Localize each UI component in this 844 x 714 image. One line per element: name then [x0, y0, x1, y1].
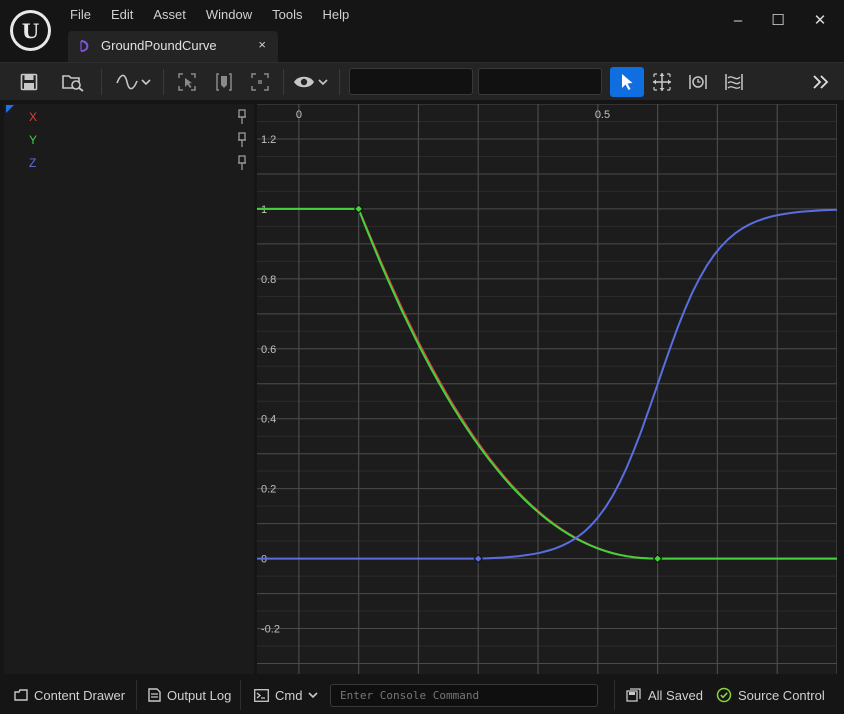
save-icon	[20, 73, 38, 91]
menu-edit[interactable]: Edit	[101, 4, 143, 26]
minimize-button[interactable]: –	[726, 8, 750, 32]
toolbar-overflow-button[interactable]	[806, 67, 836, 97]
source-control-button[interactable]: Source Control	[716, 682, 825, 708]
transform-tool-button[interactable]	[648, 67, 676, 97]
curves-stack-icon	[725, 74, 743, 90]
x-tick-label: 0	[296, 109, 302, 121]
menu-tools[interactable]: Tools	[262, 4, 312, 26]
close-window-button[interactable]: ✕	[808, 8, 832, 32]
frame-selection-button[interactable]	[173, 67, 201, 97]
y-tick-label: -0.2	[261, 624, 280, 636]
curve-name: X	[29, 110, 38, 124]
curve-name: Y	[29, 133, 38, 147]
retime-icon	[689, 75, 707, 89]
chevron-down-icon	[308, 692, 319, 699]
curve-graph-canvas[interactable]: 0 0.5 1.2 1 0.8 0.6 0.4 0.2 0 -0.2	[257, 104, 837, 674]
pin-icon[interactable]	[237, 155, 247, 171]
menu-file[interactable]: File	[60, 4, 101, 26]
unreal-logo-icon: U	[13, 13, 48, 48]
curve-name: Z	[29, 156, 37, 170]
y-tick-label: 0.4	[261, 414, 276, 426]
frame-vertical-button[interactable]	[210, 67, 238, 97]
toolbar-separator	[163, 69, 164, 95]
y-tick-label: 1	[261, 204, 267, 216]
content-drawer-icon	[14, 689, 28, 701]
curve-wave-icon	[115, 74, 138, 90]
toolbar-separator	[339, 69, 340, 95]
curve-tree-panel: XYZ	[4, 104, 254, 674]
cursor-arrow-icon	[622, 74, 633, 90]
frame-all-icon	[251, 73, 269, 91]
curve-view-mode-dropdown[interactable]	[112, 67, 154, 97]
browse-folder-icon	[62, 75, 84, 92]
y-tick-label: 1.2	[261, 134, 276, 146]
y-tick-label: 0.8	[261, 274, 276, 286]
key-value-input[interactable]	[478, 68, 602, 95]
status-separator	[240, 680, 241, 710]
move-arrows-icon	[653, 73, 671, 91]
title-bar: U File Edit Asset Window Tools Help – ☐ …	[0, 0, 844, 62]
curve-graph[interactable]: 0 0.5 1.2 1 0.8 0.6 0.4 0.2 0 -0.2	[257, 104, 837, 674]
toolbar	[0, 62, 844, 100]
all-saved-button[interactable]: All Saved	[626, 682, 703, 708]
check-circle-icon	[716, 687, 732, 703]
curve-row-x[interactable]: X	[4, 106, 254, 128]
frame-selection-icon	[178, 73, 196, 91]
status-separator	[614, 680, 615, 710]
status-separator	[136, 680, 137, 710]
pin-icon[interactable]	[237, 109, 247, 125]
chevron-down-icon	[317, 79, 328, 86]
content-drawer-label: Content Drawer	[34, 687, 126, 703]
retime-tool-button[interactable]	[684, 67, 712, 97]
cmd-label: Cmd	[275, 687, 303, 703]
browse-asset-button[interactable]	[58, 67, 88, 97]
pin-icon[interactable]	[237, 132, 247, 148]
output-log-button[interactable]: Output Log	[148, 682, 231, 708]
frame-all-button[interactable]	[246, 67, 274, 97]
console-command-input[interactable]: Enter Console Command	[330, 684, 598, 707]
time-value-input[interactable]	[349, 68, 473, 95]
menu-asset[interactable]: Asset	[143, 4, 196, 26]
visibility-dropdown[interactable]	[290, 67, 330, 97]
x-tick-label: 0.5	[595, 109, 610, 121]
multi-select-tool-button[interactable]	[720, 67, 748, 97]
frame-vertical-icon	[216, 73, 232, 91]
toolbar-separator	[283, 69, 284, 95]
keyframe-y[interactable]	[652, 553, 663, 564]
tab-close-button[interactable]: ×	[258, 37, 266, 52]
toolbar-separator	[101, 69, 102, 95]
menu-window[interactable]: Window	[196, 4, 262, 26]
terminal-icon	[254, 688, 269, 702]
curve-row-z[interactable]: Z	[4, 152, 254, 174]
double-chevron-right-icon	[813, 75, 829, 89]
eye-icon	[293, 76, 314, 88]
curve-asset-icon	[80, 40, 89, 52]
chevron-down-icon	[140, 79, 151, 86]
tab-label: GroundPoundCurve	[101, 38, 217, 53]
source-control-label: Source Control	[738, 687, 825, 703]
y-tick-label: 0.2	[261, 484, 276, 496]
maximize-button[interactable]: ☐	[766, 8, 790, 32]
output-log-label: Output Log	[167, 687, 232, 703]
unreal-logo[interactable]: U	[10, 10, 51, 51]
status-bar: Content Drawer Output Log Cmd Enter Cons…	[0, 676, 844, 714]
y-tick-label: 0.6	[261, 344, 276, 356]
all-saved-label: All Saved	[648, 687, 703, 703]
output-log-icon	[148, 688, 161, 702]
tab-groundpoundcurve[interactable]: GroundPoundCurve ×	[68, 31, 278, 62]
menu-help[interactable]: Help	[312, 4, 359, 26]
cmd-dropdown[interactable]: Cmd	[254, 682, 324, 708]
curve-row-y[interactable]: Y	[4, 129, 254, 151]
select-tool-button[interactable]	[610, 67, 644, 97]
keyframe-z[interactable]	[473, 553, 483, 564]
saved-files-icon	[626, 688, 641, 702]
content-drawer-button[interactable]: Content Drawer	[14, 682, 125, 708]
menu-bar: File Edit Asset Window Tools Help	[60, 4, 359, 26]
y-tick-label: 0	[261, 554, 267, 566]
keyframe-y[interactable]	[353, 204, 364, 214]
save-button[interactable]	[14, 67, 44, 97]
